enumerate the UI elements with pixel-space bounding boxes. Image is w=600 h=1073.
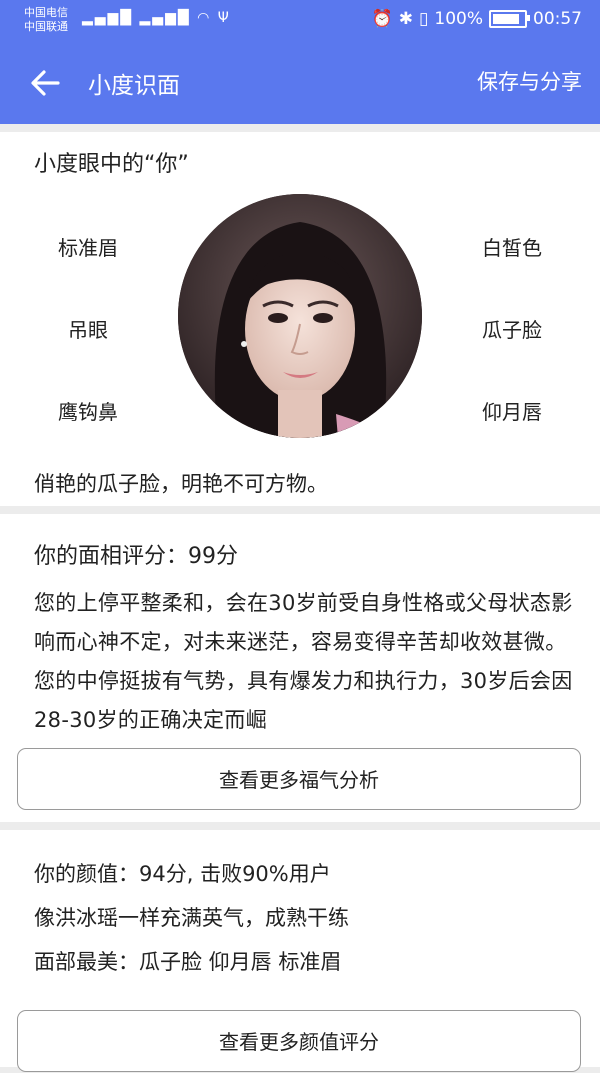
carrier-2: 中国联通: [24, 20, 68, 33]
feature-left-2: 吊眼: [68, 318, 108, 342]
beauty-comparison: 像洪冰瑶一样充满英气，成熟干练: [34, 906, 349, 930]
feature-right-3: 仰月唇: [482, 400, 542, 424]
save-share-button[interactable]: 保存与分享: [477, 66, 582, 96]
usb-icon: Ψ: [217, 10, 231, 26]
face-score-heading: 你的面相评分：99分: [34, 544, 238, 569]
page-title: 小度识面: [88, 73, 180, 99]
beauty-best-features: 面部最美：瓜子脸 仰月唇 标准眉: [34, 950, 342, 974]
features-card: 小度眼中的“你” 标准眉 吊眼 鹰钩鼻 白皙色 瓜子脸 仰月唇 俏艳的瓜子脸，明…: [0, 132, 600, 506]
feature-right-1: 白皙色: [482, 236, 542, 260]
status-bar: 中国电信 中国联通 ▂▄▆█ ▂▄▆█ ◠ Ψ ⏰ ✱ ▯ 100% 00:57: [0, 0, 600, 40]
feature-left-1: 标准眉: [58, 236, 118, 260]
feature-right-2: 瓜子脸: [482, 318, 542, 342]
bluetooth-icon: ✱: [398, 9, 414, 29]
app-bar: 小度识面 保存与分享: [0, 40, 600, 124]
status-right: ⏰ ✱ ▯ 100% 00:57: [372, 9, 582, 29]
face-reading-description: 您的上停平整柔和，会在30岁前受自身性格或父母状态影响而心神不定，对未来迷茫，容…: [34, 591, 573, 732]
more-beauty-button[interactable]: 查看更多颜值评分: [17, 1010, 581, 1072]
app-header: 中国电信 中国联通 ▂▄▆█ ▂▄▆█ ◠ Ψ ⏰ ✱ ▯ 100% 00:57…: [0, 0, 600, 124]
beauty-card: 你的颜值：94分, 击败90%用户 像洪冰瑶一样充满英气，成熟干练 面部最美：瓜…: [0, 830, 600, 1072]
more-fortune-button[interactable]: 查看更多福气分析: [17, 748, 581, 810]
features-summary: 俏艳的瓜子脸，明艳不可方物。: [34, 472, 328, 496]
back-arrow-icon[interactable]: [28, 66, 62, 100]
beauty-score: 你的颜值：94分, 击败90%用户: [34, 862, 331, 886]
feature-left-3: 鹰钩鼻: [58, 400, 118, 424]
features-heading: 小度眼中的“你”: [34, 152, 189, 177]
battery-icon: [489, 10, 530, 28]
signal-icons: ▂▄▆█ ▂▄▆█ ◠ Ψ: [82, 10, 231, 26]
signal-icon: ▂▄▆█: [82, 10, 134, 26]
signal-icon-2: ▂▄▆█: [139, 10, 191, 26]
vibrate-icon: ▯: [419, 9, 429, 29]
clock: 00:57: [533, 9, 582, 29]
carrier-1: 中国电信: [24, 6, 68, 19]
face-reading-card: 你的面相评分：99分 您的上停平整柔和，会在30岁前受自身性格或父母状态影响而心…: [0, 514, 600, 822]
carrier-labels: 中国电信 中国联通: [24, 6, 68, 34]
battery-percent: 100%: [434, 9, 483, 29]
wifi-icon: ◠: [197, 10, 212, 26]
alarm-icon: ⏰: [371, 9, 393, 29]
face-photo: [178, 194, 422, 438]
portrait-image: [178, 194, 422, 438]
